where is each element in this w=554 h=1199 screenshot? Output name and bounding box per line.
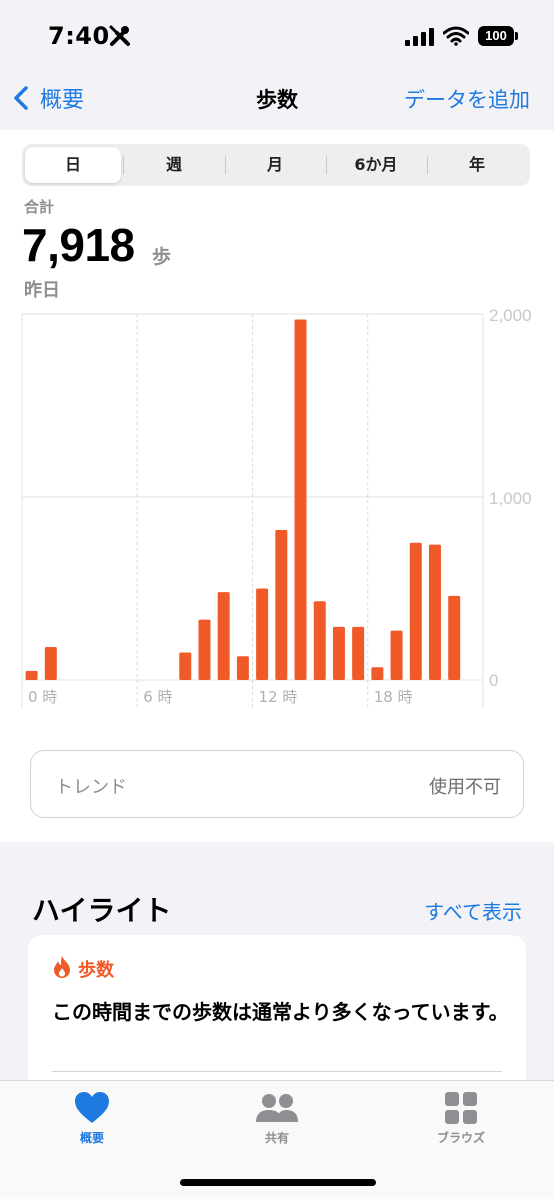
- bar-hour-17: [352, 626, 365, 680]
- tab-browse-label: ブラウズ: [436, 1131, 485, 1145]
- flame-icon: [54, 956, 70, 978]
- status-bar: 7:40 100: [0, 0, 554, 70]
- signal-icon: [405, 28, 434, 46]
- add-data-button[interactable]: データを追加: [404, 84, 530, 114]
- x-tick-label: 6 時: [143, 688, 172, 706]
- y-tick-label: 0: [489, 671, 498, 690]
- bar-hour-11: [236, 656, 249, 680]
- tab-sharing-label: 共有: [264, 1131, 289, 1145]
- bar-hour-12: [256, 588, 269, 680]
- divider: [52, 1071, 502, 1072]
- grid-icon: [445, 1092, 477, 1124]
- y-tick-label: 2,000: [489, 306, 532, 325]
- bar-hour-0: [25, 670, 38, 680]
- total-steps-value: 7,918: [22, 219, 135, 271]
- segment-6-months[interactable]: 6か月: [328, 147, 424, 183]
- bar-hour-21: [428, 544, 441, 680]
- total-label: 合計: [24, 198, 55, 216]
- trend-row[interactable]: トレンド 使用不可: [30, 750, 524, 818]
- nav-bar: 概要 歩数 データを追加: [0, 76, 554, 120]
- tab-browse[interactable]: ブラウズ: [401, 1091, 521, 1146]
- show-all-button[interactable]: すべて表示: [424, 896, 522, 925]
- battery-icon: 100: [478, 26, 518, 46]
- wifi-icon: [443, 26, 469, 46]
- top-area: 7:40 100 概要 歩数 データを追加: [0, 0, 554, 130]
- battery-level: 100: [478, 26, 514, 46]
- highlights-title: ハイライト: [32, 894, 172, 927]
- bar-hour-13: [275, 529, 288, 680]
- x-tick-label: 18 時: [374, 688, 413, 706]
- bar-hour-20: [409, 542, 422, 680]
- date-label: 昨日: [24, 280, 60, 301]
- bar-hour-15: [313, 601, 326, 680]
- x-tick-label: 12 時: [259, 688, 298, 706]
- steps-bar-chart[interactable]: 2,000 1,000 0 0 時 6 時 12 時 18 時: [0, 304, 554, 714]
- tab-bar: 概要 共有 ブラウズ: [0, 1080, 554, 1199]
- tab-sharing[interactable]: 共有: [217, 1091, 337, 1146]
- bar-hour-19: [390, 630, 403, 680]
- bar-hour-22: [448, 595, 461, 680]
- bar-hour-18: [371, 667, 384, 680]
- highlight-text: この時間までの歩数は通常より多くなっています。: [52, 1000, 509, 1024]
- bar-hour-8: [179, 652, 192, 680]
- home-indicator: [180, 1179, 376, 1186]
- people-icon: [256, 1094, 298, 1122]
- bar-hour-9: [198, 619, 211, 680]
- heart-icon: [75, 1092, 109, 1123]
- bar-hour-1: [44, 647, 57, 680]
- x-tick-label: 0 時: [28, 688, 57, 706]
- segment-day[interactable]: 日: [25, 147, 121, 183]
- trend-label: トレンド: [55, 777, 127, 798]
- steps-unit: 歩: [152, 246, 172, 268]
- segment-year[interactable]: 年: [429, 147, 525, 183]
- trend-value: 使用不可: [429, 777, 501, 798]
- bar-hour-16: [332, 626, 345, 680]
- y-tick-label: 1,000: [489, 489, 532, 508]
- tab-summary[interactable]: 概要: [32, 1091, 152, 1146]
- highlight-category: 歩数: [78, 960, 114, 981]
- segment-month[interactable]: 月: [227, 147, 323, 183]
- bar-hour-14: [294, 319, 307, 680]
- status-time: 7:40: [48, 22, 110, 50]
- steps-content: 日 週 月 6か月 年 合計 7,918 歩 昨日 2,000 1,000 0 0 時…: [0, 130, 554, 842]
- tools-icon: [109, 25, 130, 46]
- bar-hour-10: [217, 592, 230, 680]
- time-range-segmented-control: 日 週 月 6か月 年: [22, 144, 530, 186]
- segment-week[interactable]: 週: [126, 147, 222, 183]
- tab-summary-label: 概要: [79, 1131, 104, 1145]
